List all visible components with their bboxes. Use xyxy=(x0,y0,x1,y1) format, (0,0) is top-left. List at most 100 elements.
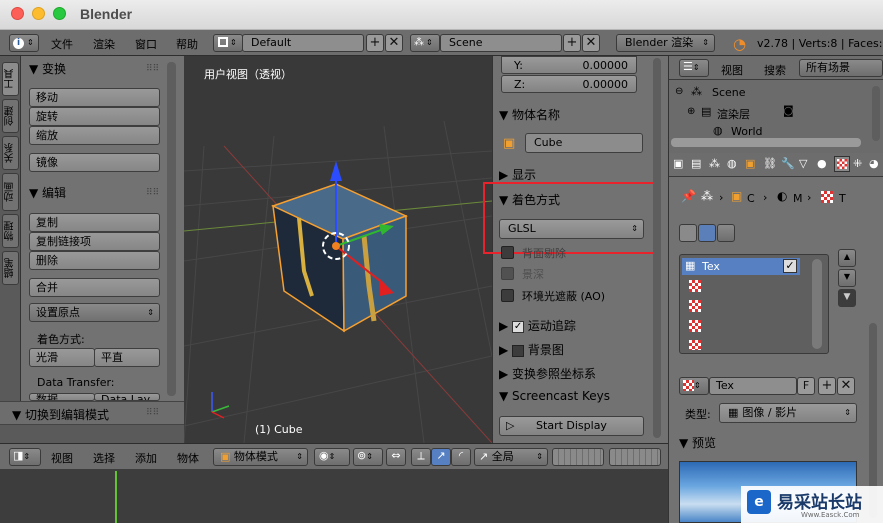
scene-layers-grid-2[interactable] xyxy=(609,448,661,466)
tab-tools[interactable]: 工具 xyxy=(2,62,19,96)
viewport-menu-select[interactable]: 选择 xyxy=(93,450,115,466)
viewport-canvas[interactable] xyxy=(184,56,492,443)
current-frame-indicator[interactable] xyxy=(115,471,117,523)
object-tab-icon[interactable]: ▣ xyxy=(745,157,755,170)
collapse-toggle-icon[interactable]: ⊖ xyxy=(675,86,683,97)
data-layout-button[interactable]: Data Lay xyxy=(94,393,160,401)
manipulator-toggle-button[interactable]: ⇔ xyxy=(386,448,406,466)
ambient-occlusion-checkbox[interactable] xyxy=(501,289,514,302)
checkmark-icon[interactable]: ✓ xyxy=(512,320,525,333)
viewport-menu-add[interactable]: 添加 xyxy=(135,450,157,466)
join-button[interactable]: 合并 xyxy=(29,278,160,297)
location-z-field[interactable]: Z: 0.00000 xyxy=(501,75,637,93)
transform-orientations-panel-header[interactable]: ▶ 变换参照坐标系 xyxy=(499,365,657,387)
edit-panel-header[interactable]: ▼ 编辑 xyxy=(29,184,66,201)
expand-toggle-icon[interactable]: ⊕ xyxy=(687,106,695,117)
screencast-keys-panel-header[interactable]: ▼ Screencast Keys xyxy=(499,389,657,411)
outliner-item-world[interactable]: World xyxy=(731,125,763,138)
shade-flat-button[interactable]: 平直 xyxy=(94,348,160,367)
data-transfer-button[interactable]: 数据 xyxy=(29,393,95,401)
shade-smooth-button[interactable]: 光滑 xyxy=(29,348,95,367)
drag-handle-icon[interactable]: ⠿⠿ xyxy=(146,408,159,418)
world-tab-icon[interactable]: ◍ xyxy=(727,157,737,170)
viewport-menu-view[interactable]: 视图 xyxy=(51,450,73,466)
delete-button[interactable]: 删除 xyxy=(29,251,160,270)
object-name-field[interactable]: Cube xyxy=(525,133,643,153)
tab-animation[interactable]: 动画 xyxy=(2,173,19,211)
remove-scene-button[interactable]: ✕ xyxy=(582,34,600,52)
set-origin-select[interactable]: 设置原点 ⇕ xyxy=(29,303,160,322)
empty-slot-icon[interactable] xyxy=(689,300,701,312)
add-scene-button[interactable]: + xyxy=(563,34,581,52)
move-slot-up-button[interactable]: ▲ xyxy=(838,249,856,267)
3d-viewport[interactable]: 用户视图（透视） (1) Cube xyxy=(184,56,492,443)
menu-help[interactable]: 帮助 xyxy=(176,36,198,52)
pin-icon[interactable]: 📌 xyxy=(681,189,696,203)
shading-mode-select[interactable]: GLSL ⇕ xyxy=(499,219,644,239)
viewport-menu-object[interactable]: 物体 xyxy=(177,450,199,466)
layout-name-field[interactable]: Default xyxy=(242,34,364,52)
viewport-shading-select[interactable]: ◉⇕ xyxy=(314,448,350,466)
backface-culling-checkbox[interactable] xyxy=(501,246,514,259)
outliner-filter-select[interactable]: 所有场景 xyxy=(799,59,883,77)
texture-name-field[interactable]: Tex xyxy=(709,377,797,395)
camera-icon[interactable]: ◙ xyxy=(783,104,794,117)
pivot-point-select[interactable]: ⊚⇕ xyxy=(353,448,383,466)
mirror-button[interactable]: 镜像 xyxy=(29,153,160,172)
texture-tab-icon[interactable] xyxy=(834,156,850,172)
remove-layout-button[interactable]: ✕ xyxy=(385,34,403,52)
tab-grease-pencil[interactable]: 蜡笔 xyxy=(2,251,19,285)
constraints-tab-icon[interactable]: ⛓ xyxy=(763,157,777,170)
location-y-field[interactable]: Y: 0.00000 xyxy=(501,56,637,74)
rotate-button[interactable]: 旋转 xyxy=(29,107,160,126)
operator-panel-header[interactable]: ▼ 切换到编辑模式 ⠿⠿ xyxy=(0,401,184,425)
layout-picker-button[interactable]: ⇕ xyxy=(213,34,243,52)
material-tab-icon[interactable]: ● xyxy=(817,157,827,170)
drag-handle-icon[interactable]: ⠿⠿ xyxy=(146,188,159,198)
scene-name-field[interactable]: Scene xyxy=(440,34,562,52)
outliner-item-scene[interactable]: Scene xyxy=(712,86,746,99)
transform-panel-header[interactable]: ▼ 变换 xyxy=(29,60,66,77)
properties-scrollbar[interactable] xyxy=(653,58,661,438)
empty-slot-icon[interactable] xyxy=(689,340,701,350)
shading-panel-header[interactable]: ▼ 着色方式 xyxy=(499,191,657,213)
outliner-item-render-layers[interactable]: 渲染层 xyxy=(717,106,750,122)
slots-scrollbar[interactable] xyxy=(812,259,822,349)
modifiers-tab-icon[interactable]: 🔧 xyxy=(781,157,795,170)
minimize-window-button[interactable] xyxy=(32,7,45,20)
outliner-vscrollbar[interactable] xyxy=(872,86,880,141)
checkmark-icon[interactable]: ✓ xyxy=(783,259,797,273)
scale-button[interactable]: 缩放 xyxy=(29,126,160,145)
slot-specials-button[interactable]: ▼ xyxy=(838,289,856,307)
viewport-editor-type-button[interactable]: ◨⇕ xyxy=(9,448,41,466)
texture-browse-button[interactable]: ⇕ xyxy=(679,377,709,395)
particles-tab-icon[interactable]: ⁜ xyxy=(853,157,862,170)
rotate-manipulator-button[interactable]: ↗ xyxy=(431,448,451,466)
unlink-texture-button[interactable]: ✕ xyxy=(837,377,855,395)
transform-orientation-select[interactable]: ↗ 全局 ⇕ xyxy=(474,448,548,466)
editor-type-button[interactable]: i ⇕ xyxy=(9,34,39,52)
move-slot-down-button[interactable]: ▼ xyxy=(838,269,856,287)
tab-relations[interactable]: 关系 xyxy=(2,136,19,170)
outliner-hscrollbar[interactable] xyxy=(671,138,861,147)
duplicate-button[interactable]: 复制 xyxy=(29,213,160,232)
close-window-button[interactable] xyxy=(11,7,24,20)
scene-tab-icon[interactable]: ⁂ xyxy=(709,157,720,170)
menu-file[interactable]: 文件 xyxy=(51,36,73,52)
zoom-window-button[interactable] xyxy=(53,7,66,20)
scale-manipulator-button[interactable]: ◜ xyxy=(451,448,471,466)
texture-type-select[interactable]: ▦ 图像 / 影片 ⇕ xyxy=(719,403,857,423)
background-images-panel-header[interactable]: ▶ 背景图 xyxy=(499,341,657,363)
add-layout-button[interactable]: + xyxy=(366,34,384,52)
scene-layers-grid[interactable] xyxy=(552,448,604,466)
texture-slot-active[interactable]: ▦ Tex ✓ xyxy=(682,258,800,275)
start-display-button[interactable]: ▷ Start Display xyxy=(499,416,644,436)
outliner-menu-search[interactable]: 搜索 xyxy=(764,62,786,78)
z-gizmo-arrow-icon[interactable] xyxy=(330,161,342,181)
render-layers-tab-icon[interactable]: ▤ xyxy=(691,157,701,170)
duplicate-linked-button[interactable]: 复制链接项 xyxy=(29,232,160,251)
outliner-editor-type-button[interactable]: ☰⇕ xyxy=(679,59,709,77)
outliner-menu-view[interactable]: 视图 xyxy=(721,62,743,78)
menu-render[interactable]: 渲染 xyxy=(93,36,115,52)
other-texture-button[interactable] xyxy=(717,224,735,242)
